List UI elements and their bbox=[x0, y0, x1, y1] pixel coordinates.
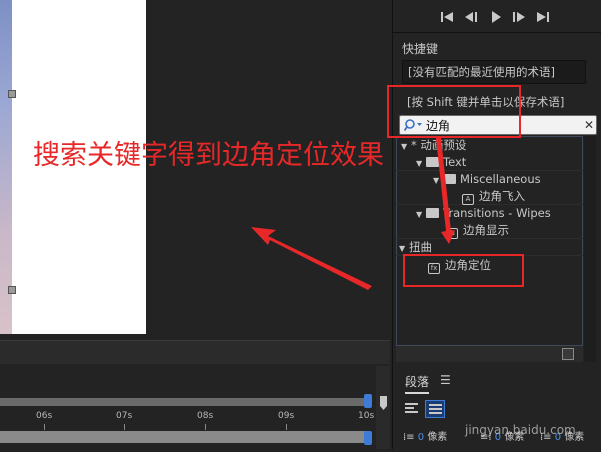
annotation-arrows bbox=[251, 138, 455, 290]
annotation-arrow-vertical bbox=[436, 138, 455, 244]
watermark: jingyan.baidu.com bbox=[465, 423, 576, 437]
annotation-arrow-diagonal bbox=[251, 227, 372, 290]
